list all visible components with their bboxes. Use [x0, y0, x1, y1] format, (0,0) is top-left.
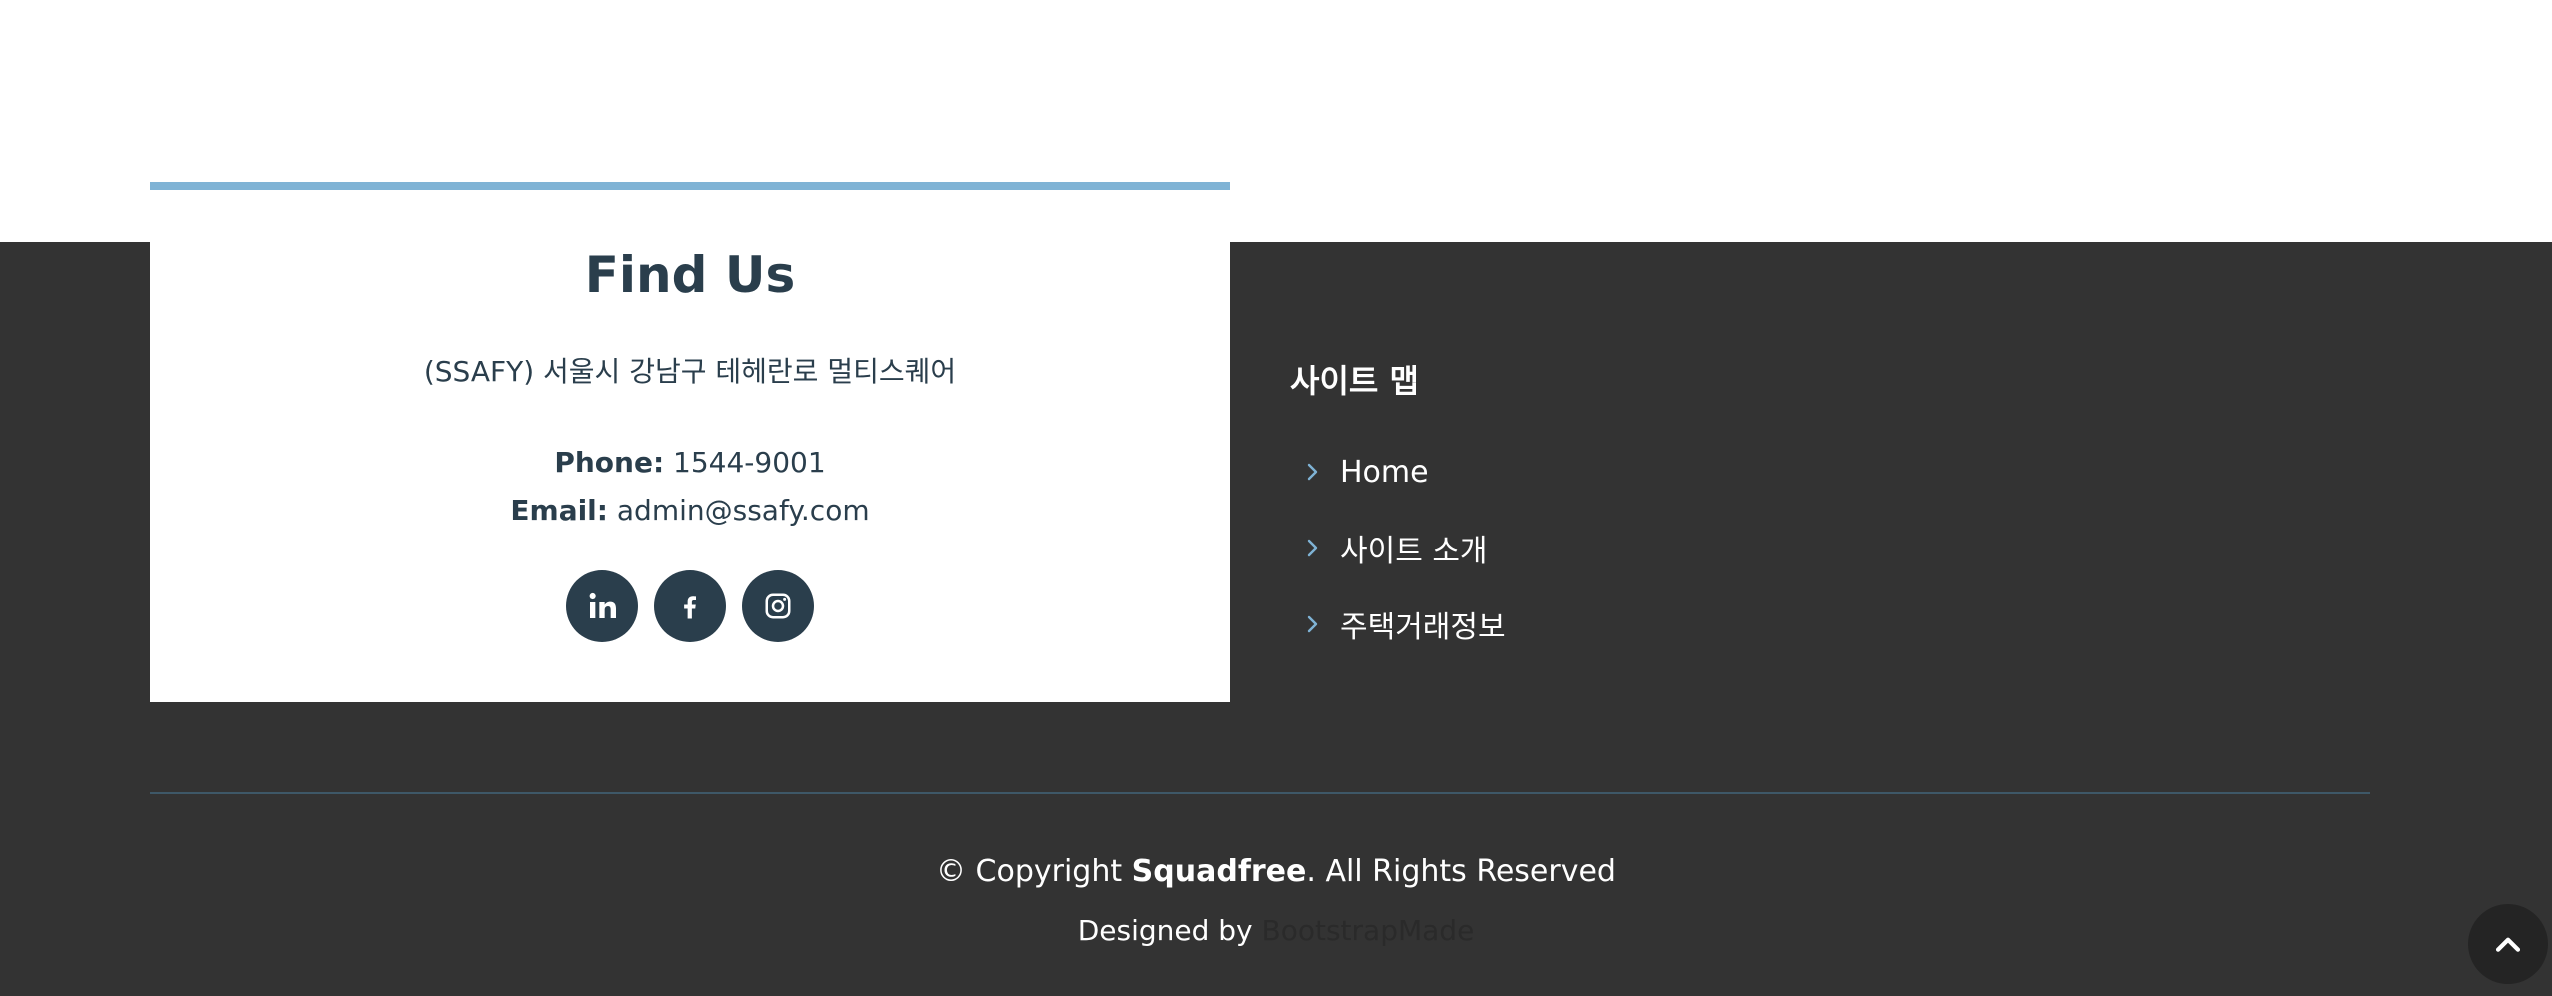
email-label: Email:	[510, 494, 608, 527]
sitemap-item-housing: 주택거래정보	[1290, 586, 1690, 662]
find-us-title: Find Us	[584, 246, 796, 304]
address-text: (SSAFY) 서울시 강남구 테헤란로 멀티스퀘어	[423, 355, 957, 388]
copyright-prefix: © Copyright	[936, 854, 1132, 889]
footer-divider	[150, 792, 2370, 794]
linkedin-link[interactable]	[566, 570, 638, 642]
phone-label: Phone:	[554, 446, 665, 479]
chevron-right-icon	[1300, 612, 1324, 636]
linkedin-icon	[589, 592, 616, 618]
sitemap-link-housing-info[interactable]: 주택거래정보	[1340, 602, 1506, 646]
credits: Designed by BootstrapMade	[0, 914, 2552, 947]
sitemap-heading: 사이트 맵	[1290, 362, 1419, 400]
phone-line: Phone: 1544-9001	[150, 446, 1230, 479]
sitemap-item-about: 사이트 소개	[1290, 510, 1690, 586]
social-links	[150, 570, 1230, 642]
email-value: admin@ssafy.com	[616, 494, 870, 527]
instagram-link[interactable]	[742, 570, 814, 642]
sitemap-link-about[interactable]: 사이트 소개	[1340, 526, 1488, 570]
facebook-icon	[684, 596, 696, 619]
copyright-suffix: . All Rights Reserved	[1306, 854, 1616, 889]
chevron-right-icon	[1300, 536, 1324, 560]
instagram-icon	[765, 593, 791, 619]
designed-by-prefix: Designed by	[1077, 914, 1262, 947]
findus-accent-bar	[150, 182, 1230, 190]
back-to-top-button[interactable]	[2468, 904, 2548, 984]
phone-value: 1544-9001	[673, 446, 826, 479]
designed-by-link[interactable]: BootstrapMade	[1262, 914, 1475, 947]
chevron-up-icon	[2495, 937, 2521, 952]
sitemap: 사이트 맵 Home 사이트 소개 주택거래정보	[1290, 356, 1506, 645]
sitemap-list: Home 사이트 소개 주택거래정보	[1290, 434, 1690, 662]
find-us-panel: Find Us (SSAFY) 서울시 강남구 테헤란로 멀티스퀘어 Phone…	[150, 190, 1230, 702]
copyright-brand: Squadfree	[1131, 854, 1307, 889]
facebook-link[interactable]	[654, 570, 726, 642]
copyright: © Copyright Squadfree. All Rights Reserv…	[0, 854, 2552, 889]
sitemap-item-home: Home	[1290, 434, 1690, 510]
sitemap-link-home[interactable]: Home	[1340, 455, 1429, 490]
email-line: Email: admin@ssafy.com	[150, 494, 1230, 527]
chevron-right-icon	[1300, 460, 1324, 484]
